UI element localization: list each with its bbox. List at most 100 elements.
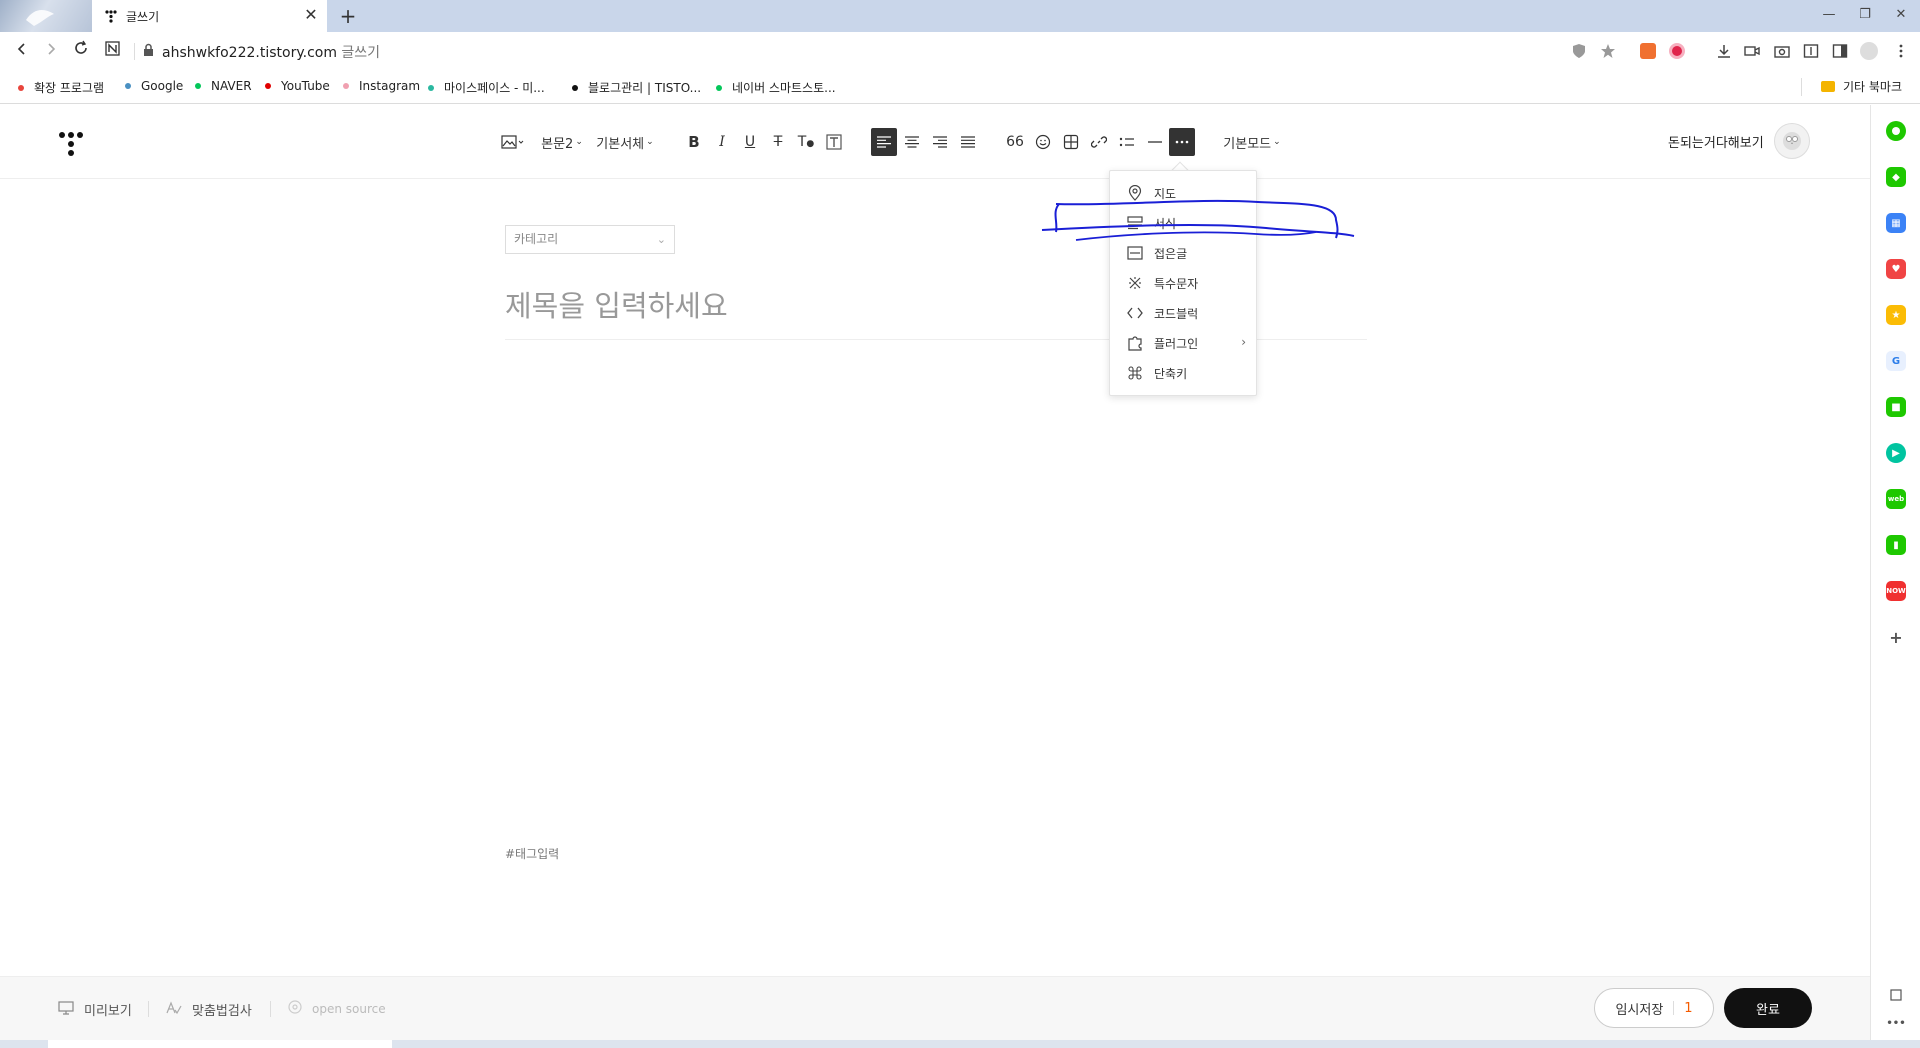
add-side-app-icon[interactable]: + [1886,627,1906,647]
close-window-button[interactable]: ✕ [1888,4,1914,26]
back-button[interactable] [9,39,35,63]
side-panel-toggle-icon[interactable] [1886,985,1906,1005]
record-extension-icon[interactable] [1666,40,1688,62]
italic-icon: I [719,134,725,150]
side-app-now-icon[interactable]: NOW [1886,581,1906,601]
bookmark-google[interactable]: Google [125,79,183,93]
emoticon-button[interactable] [1030,128,1056,156]
bookmark-star-icon[interactable] [1597,40,1619,62]
tab-close-icon[interactable]: ✕ [301,5,321,25]
side-panel-more-icon[interactable]: ••• [1886,1013,1906,1033]
font-label: 기본서체 [596,136,645,152]
italic-button[interactable]: I [710,128,734,156]
side-app-bell-icon[interactable]: ◆ [1886,167,1906,187]
bookmark-blog-admin[interactable]: 블로그관리 | TISTO... [572,79,701,96]
insert-image-button[interactable] [498,128,528,156]
text-color-button[interactable]: T● [794,128,818,156]
align-left-button[interactable] [871,128,897,156]
monitor-icon [58,1000,74,1019]
fold-icon [1126,244,1144,262]
side-app-bookmark-icon[interactable]: ▮ [1886,535,1906,555]
underline-button[interactable]: U [738,128,762,156]
menu-item-special-char[interactable]: 특수문자 [1110,269,1256,297]
strikethrough-icon: T [773,134,783,150]
video-icon[interactable] [1741,40,1763,62]
restore-button[interactable]: ❐ [1852,4,1878,26]
align-justify-button[interactable] [955,128,981,156]
bookmark-favicon-icon [716,84,722,91]
browser-menu-icon[interactable] [1890,40,1912,62]
spellcheck-button[interactable]: 맞춤법검사 [166,1000,252,1019]
tag-input[interactable]: #태그입력 [505,845,559,862]
side-app-webtoon-icon[interactable]: web [1886,489,1906,509]
bookmark-label: 확장 프로그램 [34,81,105,95]
side-app-star-icon[interactable]: ★ [1886,305,1906,325]
tab-write[interactable]: 글쓰기 ✕ [92,0,327,32]
side-app-pocket-icon[interactable]: ♥ [1886,259,1906,279]
other-bookmarks-folder[interactable]: 기타 북마크 [1820,78,1902,95]
camera-icon[interactable] [1771,40,1793,62]
publish-button[interactable]: 완료 [1724,988,1812,1028]
align-right-button[interactable] [927,128,953,156]
editor-mode-select[interactable]: 기본모드 ⌄ [1222,128,1282,156]
category-placeholder: 카테고리 [514,232,559,246]
new-tab-button[interactable]: + [336,4,360,28]
n-logo-icon [104,41,120,56]
quote-button[interactable]: 66 [1002,128,1028,156]
reload-button[interactable] [68,39,94,63]
side-app-green-dot-icon[interactable] [1886,121,1906,141]
side-app-memo-icon[interactable]: ■ [1886,397,1906,417]
opensource-icon [288,1000,302,1017]
side-app-play-icon[interactable]: ▶ [1886,443,1906,463]
opensource-label: open source [312,1001,386,1016]
bookmark-smartstore[interactable]: 네이버 스마트스토... [716,79,836,96]
minimize-button[interactable]: — [1816,4,1842,26]
profile-icon[interactable] [1858,40,1880,62]
list-button[interactable] [1114,128,1140,156]
download-icon[interactable] [1713,40,1735,62]
bookmark-label: 마이스페이스 - 미... [444,81,545,95]
menu-item-shortcut[interactable]: 단축키 [1110,359,1256,387]
horizontal-rule-icon [1148,141,1162,143]
orange-extension-icon[interactable] [1637,40,1659,62]
side-app-translate-icon[interactable]: G [1886,351,1906,371]
divider-button[interactable] [1142,128,1168,156]
menu-item-plugin[interactable]: 플러그인 › [1110,329,1256,357]
bookmark-label: 네이버 스마트스토... [732,81,836,95]
preview-button[interactable]: 미리보기 [58,1000,132,1019]
bookmark-myspace[interactable]: 마이스페이스 - 미... [428,79,545,96]
bookmark-youtube[interactable]: YouTube [265,79,330,93]
tistory-logo-icon[interactable] [58,131,84,157]
sidebar-toggle-icon[interactable] [1829,40,1851,62]
naver-extension-button[interactable] [99,39,125,63]
forward-button[interactable] [38,39,64,63]
bird-icon [26,10,54,26]
bookmark-naver[interactable]: NAVER [195,79,252,93]
bold-button[interactable]: B [682,128,706,156]
url-divider [134,43,135,60]
more-options-button[interactable] [1169,128,1195,156]
link-button[interactable] [1086,128,1112,156]
side-app-calendar-icon[interactable]: ▦ [1886,213,1906,233]
bookmark-instagram[interactable]: Instagram [343,79,420,93]
blog-name[interactable]: 돈되는거다해보기 [1668,132,1764,151]
shield-extension-icon[interactable] [1568,40,1590,62]
reader-icon[interactable] [1800,40,1822,62]
address-bar[interactable]: ahshwkfo222.tistory.com 글쓰기 [162,42,380,62]
save-divider [1673,1001,1675,1015]
category-select[interactable]: 카테고리 ⌄ [505,225,675,254]
font-select[interactable]: 기본서체 ⌄ [594,128,656,156]
menu-item-code-block[interactable]: 코드블럭 [1110,299,1256,327]
text-background-button[interactable] [822,128,846,156]
bookmark-extensions[interactable]: 확장 프로그램 [18,79,104,96]
table-button[interactable] [1058,128,1084,156]
align-center-button[interactable] [899,128,925,156]
opensource-link[interactable]: open source [288,1000,386,1017]
avatar[interactable] [1774,123,1810,159]
owl-avatar-icon [1783,132,1801,150]
taskbar-window [48,1040,392,1048]
strikethrough-button[interactable]: T [766,128,790,156]
paragraph-style-select[interactable]: 본문2 ⌄ [540,128,584,156]
temporary-save-button[interactable]: 임시저장 1 [1594,988,1714,1028]
menu-item-label: 코드블럭 [1154,306,1199,321]
